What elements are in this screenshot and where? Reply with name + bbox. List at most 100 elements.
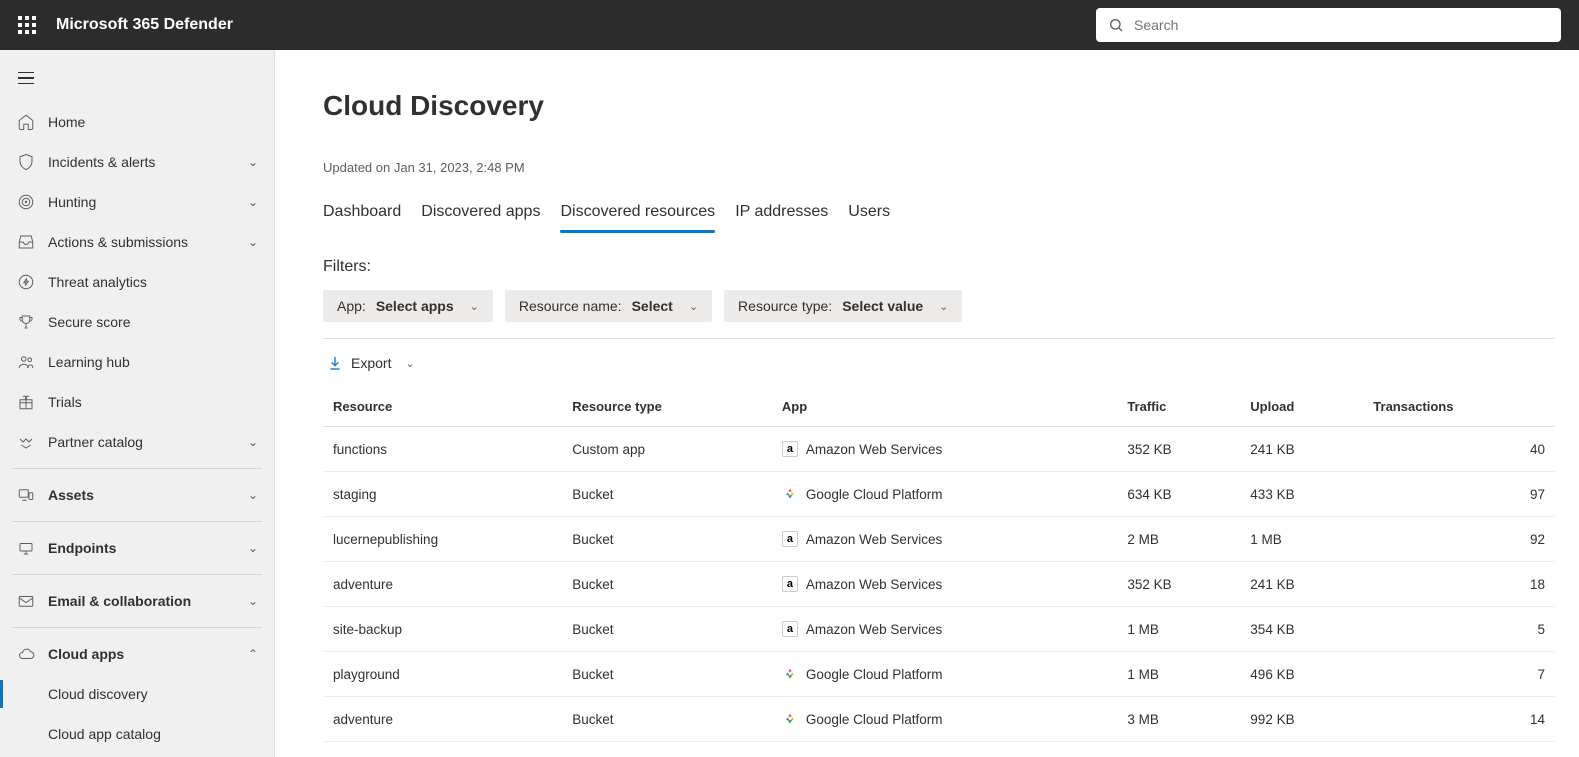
filter-resourcetype[interactable]: Resource type: Select value⌄ [724,290,962,322]
tabs: Dashboard Discovered apps Discovered resou… [323,195,1555,232]
sidebar-item-label: Assets [48,487,248,503]
tab-discovered-apps[interactable]: Discovered apps [421,195,540,231]
chevron-up-icon: ⌃ [248,647,258,661]
sidebar-item-label: Cloud app catalog [48,726,258,742]
sidebar-item-secure[interactable]: Secure score [0,302,274,342]
cell-traffic: 2 MB [1117,517,1240,562]
cell-transactions: 5 [1363,607,1555,652]
main-content: Cloud Discovery Updated on Jan 31, 2023,… [275,50,1579,757]
cell-transactions: 18 [1363,562,1555,607]
sidebar-item-label: Email & collaboration [48,593,248,609]
chevron-down-icon: ⌄ [248,594,258,608]
cell-traffic: 352 KB [1117,427,1240,472]
sidebar-item-trials[interactable]: Trials [0,382,274,422]
cell-resource: adventure [323,562,562,607]
nav-collapse-button[interactable] [6,58,46,98]
tab-dashboard[interactable]: Dashboard [323,195,401,231]
sidebar-item-incidents[interactable]: Incidents & alerts⌄ [0,142,274,182]
sidebar-item-home[interactable]: Home [0,102,274,142]
chevron-down-icon: ⌄ [470,300,479,313]
column-header-traffic[interactable]: Traffic [1117,387,1240,427]
filter-prefix: Resource name: [519,298,622,314]
sidebar-item-email[interactable]: Email & collaboration⌄ [0,581,274,621]
page-title: Cloud Discovery [323,90,1555,122]
sidebar-item-label: Endpoints [48,540,248,556]
gift-icon [16,392,36,412]
sidebar-item-actions[interactable]: Actions & submissions⌄ [0,222,274,262]
cell-traffic: 1 MB [1117,652,1240,697]
aws-icon: a [782,621,798,637]
tab-discovered-resources[interactable]: Discovered resources [560,195,715,231]
filter-prefix: Resource type: [738,298,832,314]
cell-resource: adventure [323,697,562,742]
cell-resource-type: Bucket [562,517,772,562]
sidebar-item-learning[interactable]: Learning hub [0,342,274,382]
search-input[interactable] [1134,17,1549,33]
cell-resource-type: Bucket [562,607,772,652]
table-row[interactable]: stagingBucketGoogle Cloud Platform634 KB… [323,472,1555,517]
gcp-icon [782,666,798,682]
cell-resource-type: Custom app [562,427,772,472]
tab-users[interactable]: Users [848,195,890,231]
tab-ip-addresses[interactable]: IP addresses [735,195,828,231]
filter-resourcename[interactable]: Resource name: Select⌄ [505,290,712,322]
lightning-icon [16,272,36,292]
sidebar-item-clouddiscovery[interactable]: Cloud discovery [0,674,274,714]
sidebar-item-cloudapps[interactable]: Cloud apps⌃ [0,634,274,674]
cell-resource: playground [323,652,562,697]
cell-resource-type: Bucket [562,562,772,607]
chevron-down-icon: ⌄ [248,435,258,449]
cloud-icon [16,644,36,664]
cell-resource: lucernepublishing [323,517,562,562]
chevron-down-icon: ⌄ [248,541,258,555]
table-row[interactable]: adventureBucketaAmazon Web Services352 K… [323,562,1555,607]
table-row[interactable]: adventureBucketGoogle Cloud Platform3 MB… [323,697,1555,742]
cell-upload: 1 MB [1240,517,1363,562]
filters-label: Filters: [323,258,1555,276]
filter-app[interactable]: App: Select apps⌄ [323,290,493,322]
sidebar-item-partner[interactable]: Partner catalog⌄ [0,422,274,462]
column-header-upload[interactable]: Upload [1240,387,1363,427]
sidebar-item-label: Cloud discovery [48,686,258,702]
endpoints-icon [16,538,36,558]
cell-app: Google Cloud Platform [772,652,1117,697]
column-header-resource-type[interactable]: Resource type [562,387,772,427]
export-button[interactable]: Export ⌄ [323,347,419,379]
sidebar-item-label: Secure score [48,314,258,330]
cell-resource-type: Bucket [562,652,772,697]
table-row[interactable]: functionsCustom appaAmazon Web Services3… [323,427,1555,472]
table-row[interactable]: site-backupBucketaAmazon Web Services1 M… [323,607,1555,652]
sidebar-item-endpoints[interactable]: Endpoints⌄ [0,528,274,568]
column-header-transactions[interactable]: Transactions [1363,387,1555,427]
sidebar-item-label: Partner catalog [48,434,248,450]
column-header-resource[interactable]: Resource [323,387,562,427]
trophy-icon [16,312,36,332]
aws-icon: a [782,576,798,592]
sidebar-item-label: Learning hub [48,354,258,370]
app-launcher-icon[interactable] [18,16,36,34]
toolbar-divider [323,338,1555,339]
cell-transactions: 7 [1363,652,1555,697]
export-label: Export [351,355,391,371]
sidebar-item-label: Threat analytics [48,274,258,290]
table-row[interactable]: playgroundBucket Google Cloud Platform 1 M… [323,652,1555,697]
app-name: Amazon Web Services [806,622,942,637]
sidebar-item-hunting[interactable]: Hunting⌄ [0,182,274,222]
cell-upload: 433 KB [1240,472,1363,517]
column-header-app[interactable]: App [772,387,1117,427]
updated-on: Updated on Jan 31, 2023, 2:48 PM [323,160,1555,175]
table-row[interactable]: lucernepublishingBucketaAmazon Web Servi… [323,517,1555,562]
app-name: Google Cloud Platform [806,667,943,682]
filters-row: App: Select apps⌄Resource name: Select⌄R… [323,290,1555,322]
sidebar-item-threat[interactable]: Threat analytics [0,262,274,302]
cell-traffic: 1 MB [1117,607,1240,652]
chevron-down-icon: ⌄ [405,357,414,370]
sidebar-item-cloudappcatalog[interactable]: Cloud app catalog [0,714,274,754]
cell-resource: staging [323,472,562,517]
sidebar-item-label: Cloud apps [48,646,248,662]
search-box[interactable] [1096,8,1561,42]
cell-transactions: 92 [1363,517,1555,562]
cell-app: Google Cloud Platform [772,472,1117,517]
sidebar-item-assets[interactable]: Assets⌄ [0,475,274,515]
sidebar-item-label: Actions & submissions [48,234,248,250]
